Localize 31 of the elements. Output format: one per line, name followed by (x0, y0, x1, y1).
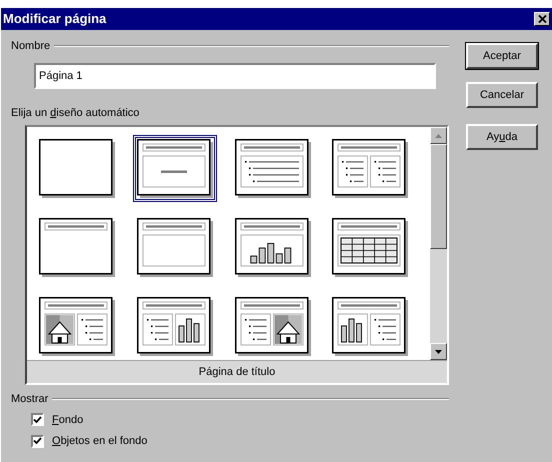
dialog-button[interactable]: Cancelar (465, 81, 539, 109)
layout-caption: Página de título (198, 364, 276, 380)
layout-thumbnail-icon (39, 297, 115, 356)
layout-thumbnail-icon (332, 139, 408, 198)
layout-option[interactable] (132, 135, 217, 202)
scroll-down-icon (435, 350, 442, 354)
checkbox-label: Fondo (52, 412, 84, 428)
close-button[interactable] (534, 12, 550, 26)
checkbox-label: Objetos en el fondo (52, 434, 148, 449)
layout-thumbnail-icon (234, 297, 310, 356)
checkbox[interactable] (31, 434, 44, 448)
layout-thumbnail-icon (234, 139, 310, 198)
layout-thumbnail-icon (332, 297, 408, 356)
layout-thumbnail-icon (39, 218, 115, 277)
layout-label: Elija un diseño automático (11, 106, 140, 118)
name-field[interactable]: Página 1 (34, 62, 436, 88)
layout-thumbnail-icon (136, 139, 213, 198)
scroll-up-icon (435, 134, 442, 138)
layout-thumbnail-icon (136, 218, 213, 277)
dialog-button[interactable]: Aceptar (465, 42, 539, 70)
close-icon (538, 15, 546, 23)
checkbox[interactable] (31, 413, 44, 426)
group-label: Mostrar (11, 392, 48, 407)
window-title: Modificar página (3, 10, 106, 28)
layout-thumbnail-icon (234, 218, 310, 277)
group-label: Nombre (11, 39, 50, 54)
layout-thumbnail-icon (39, 139, 115, 198)
dialog-button[interactable]: Ayuda (465, 123, 539, 151)
scroll-bar[interactable] (430, 127, 447, 360)
layout-thumbnail-icon (136, 297, 213, 356)
layout-thumbnail-icon (332, 218, 408, 277)
